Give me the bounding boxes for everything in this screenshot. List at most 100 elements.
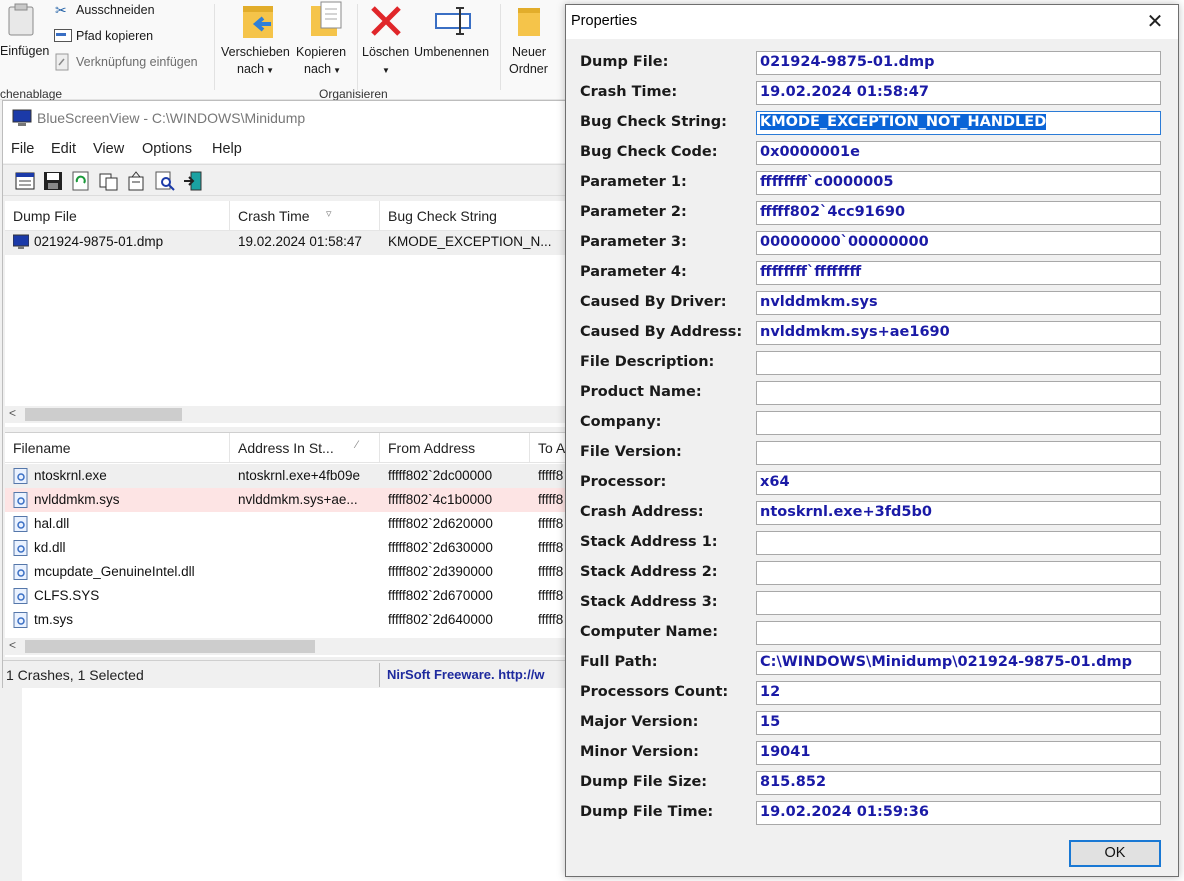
col-header-crash-time[interactable]: Crash Time ▿ xyxy=(230,201,380,231)
crash-time: 19.02.2024 01:58:47 xyxy=(238,234,362,249)
close-icon[interactable]: ✕ xyxy=(1138,7,1172,37)
driver-filename: hal.dll xyxy=(34,516,70,531)
property-value-field[interactable] xyxy=(756,351,1161,375)
move-to-button-line1[interactable]: Verschieben xyxy=(221,45,290,59)
driver-from-address: fffff802`2d630000 xyxy=(388,540,493,555)
property-value-field[interactable]: ntoskrnl.exe+3fd5b0 xyxy=(756,501,1161,525)
delete-x-icon xyxy=(371,6,401,36)
driver-filename: CLFS.SYS xyxy=(34,588,100,603)
scrollbar-thumb[interactable] xyxy=(25,640,315,653)
property-value-field[interactable]: x64 xyxy=(756,471,1161,495)
property-value-field[interactable]: 19.02.2024 01:59:36 xyxy=(756,801,1161,825)
property-label: Parameter 1: xyxy=(580,174,687,190)
property-value-field[interactable]: nvlddmkm.sys+ae1690 xyxy=(756,321,1161,345)
save-icon[interactable] xyxy=(43,171,63,191)
property-label: Stack Address 2: xyxy=(580,564,718,580)
property-value-field[interactable]: fffff802`4cc91690 xyxy=(756,201,1161,225)
property-value-field[interactable] xyxy=(756,411,1161,435)
property-value-field[interactable] xyxy=(756,531,1161,555)
clipboard-paste-icon[interactable] xyxy=(6,2,36,36)
property-value-field[interactable]: 00000000`00000000 xyxy=(756,231,1161,255)
delete-dropdown[interactable]: ▼ xyxy=(380,62,390,76)
property-row: Processor: x64 xyxy=(566,469,1178,499)
property-value-field[interactable]: 815.852 xyxy=(756,771,1161,795)
crash-list-hscrollbar[interactable]: < xyxy=(5,406,571,423)
cut-button[interactable]: Ausschneiden xyxy=(76,3,155,17)
move-to-button-line2[interactable]: nach ▼ xyxy=(237,62,274,76)
refresh-icon[interactable] xyxy=(71,171,91,191)
dialog-titlebar[interactable]: Properties ✕ xyxy=(566,5,1178,39)
menu-help[interactable]: Help xyxy=(212,141,242,157)
rename-button[interactable]: Umbenennen xyxy=(414,45,489,59)
menu-options[interactable]: Options xyxy=(142,141,192,157)
property-value: 19041 xyxy=(760,744,811,760)
col-header-from-address[interactable]: From Address xyxy=(380,433,530,463)
new-folder-button-line1[interactable]: Neuer xyxy=(512,45,546,59)
status-bar: 1 Crashes, 1 Selected NirSoft Freeware. … xyxy=(3,660,569,688)
property-label: File Version: xyxy=(580,444,682,460)
scroll-left-icon[interactable]: < xyxy=(9,638,16,652)
scroll-left-icon[interactable]: < xyxy=(9,406,16,420)
copy-to-button-line2[interactable]: nach ▼ xyxy=(304,62,341,76)
exit-icon[interactable] xyxy=(183,171,203,191)
driver-from-address: fffff802`2d390000 xyxy=(388,564,493,579)
new-folder-button-line2[interactable]: Ordner xyxy=(509,62,548,76)
delete-button[interactable]: Löschen xyxy=(362,45,409,59)
property-value-field[interactable]: 0x0000001e xyxy=(756,141,1161,165)
driver-row[interactable]: kd.dll fffff802`2d630000 fffff8 xyxy=(5,536,571,560)
col-header-filename[interactable]: Filename xyxy=(5,433,230,463)
property-value-field[interactable]: ffffffff`c0000005 xyxy=(756,171,1161,195)
property-value-field[interactable] xyxy=(756,591,1161,615)
copy-path-button[interactable]: Pfad kopieren xyxy=(76,29,153,43)
property-value-field[interactable]: C:\WINDOWS\Minidump\021924-9875-01.dmp xyxy=(756,651,1161,675)
driver-row[interactable]: mcupdate_GenuineIntel.dll fffff802`2d390… xyxy=(5,560,571,584)
col-header-dump-file[interactable]: Dump File xyxy=(5,201,230,231)
driver-row[interactable]: CLFS.SYS fffff802`2d670000 fffff8 xyxy=(5,584,571,608)
driver-row-highlighted[interactable]: nvlddmkm.sys nvlddmkm.sys+ae... fffff802… xyxy=(5,488,571,512)
copy-icon[interactable] xyxy=(99,171,119,191)
paste-shortcut-button[interactable]: Verknüpfung einfügen xyxy=(76,55,198,69)
html-report-icon[interactable] xyxy=(127,171,147,191)
property-value-field[interactable] xyxy=(756,441,1161,465)
property-value: 19.02.2024 01:58:47 xyxy=(760,84,929,100)
property-value-field[interactable]: 15 xyxy=(756,711,1161,735)
file-gear-icon xyxy=(13,564,28,580)
find-icon[interactable] xyxy=(155,171,175,191)
property-value-field[interactable]: 12 xyxy=(756,681,1161,705)
menu-view[interactable]: View xyxy=(93,141,124,157)
ok-button[interactable]: OK xyxy=(1069,840,1161,867)
paste-button[interactable]: Einfügen xyxy=(0,44,49,58)
copy-to-folder-icon xyxy=(311,1,342,36)
property-value-field[interactable]: 19041 xyxy=(756,741,1161,765)
col-header-bug-check-string[interactable]: Bug Check String xyxy=(380,201,571,231)
property-value-field[interactable]: ffffffff`ffffffff xyxy=(756,261,1161,285)
bluescreenview-window: BlueScreenView - C:\WINDOWS\Minidump Fil… xyxy=(2,100,571,688)
new-folder-icon xyxy=(518,8,540,36)
driver-row[interactable]: ntoskrnl.exe ntoskrnl.exe+4fb09e fffff80… xyxy=(5,464,571,488)
property-value-field[interactable]: nvlddmkm.sys xyxy=(756,291,1161,315)
nirsoft-link[interactable]: NirSoft Freeware. http://w xyxy=(387,667,544,682)
property-value-field[interactable] xyxy=(756,381,1161,405)
col-header-address-in-stack[interactable]: Address In St... ⁄ xyxy=(230,433,380,463)
property-row: Stack Address 1: xyxy=(566,529,1178,559)
file-gear-icon xyxy=(13,612,28,628)
property-value-field[interactable] xyxy=(756,621,1161,645)
property-value-field[interactable]: 021924-9875-01.dmp xyxy=(756,51,1161,75)
property-value-field[interactable] xyxy=(756,561,1161,585)
sort-indicator-icon: ⁄ xyxy=(356,439,358,451)
ribbon-divider xyxy=(214,4,215,90)
copy-to-button-line1[interactable]: Kopieren xyxy=(296,45,346,59)
property-value-field[interactable]: KMODE_EXCEPTION_NOT_HANDLED xyxy=(756,111,1161,135)
driver-row[interactable]: tm.sys fffff802`2d640000 fffff8 xyxy=(5,608,571,632)
file-gear-icon xyxy=(13,492,28,508)
scrollbar-thumb[interactable] xyxy=(25,408,182,421)
bsv-titlebar[interactable]: BlueScreenView - C:\WINDOWS\Minidump xyxy=(3,101,569,137)
menu-edit[interactable]: Edit xyxy=(51,141,76,157)
property-value-field[interactable]: 19.02.2024 01:58:47 xyxy=(756,81,1161,105)
crash-row[interactable]: 021924-9875-01.dmp 19.02.2024 01:58:47 K… xyxy=(5,231,571,255)
menu-file[interactable]: File xyxy=(11,141,34,157)
properties-icon[interactable] xyxy=(15,171,35,191)
driver-from-address: fffff802`4c1b0000 xyxy=(388,492,493,507)
driver-row[interactable]: hal.dll fffff802`2d620000 fffff8 xyxy=(5,512,571,536)
driver-list-hscrollbar[interactable]: < xyxy=(5,638,571,655)
